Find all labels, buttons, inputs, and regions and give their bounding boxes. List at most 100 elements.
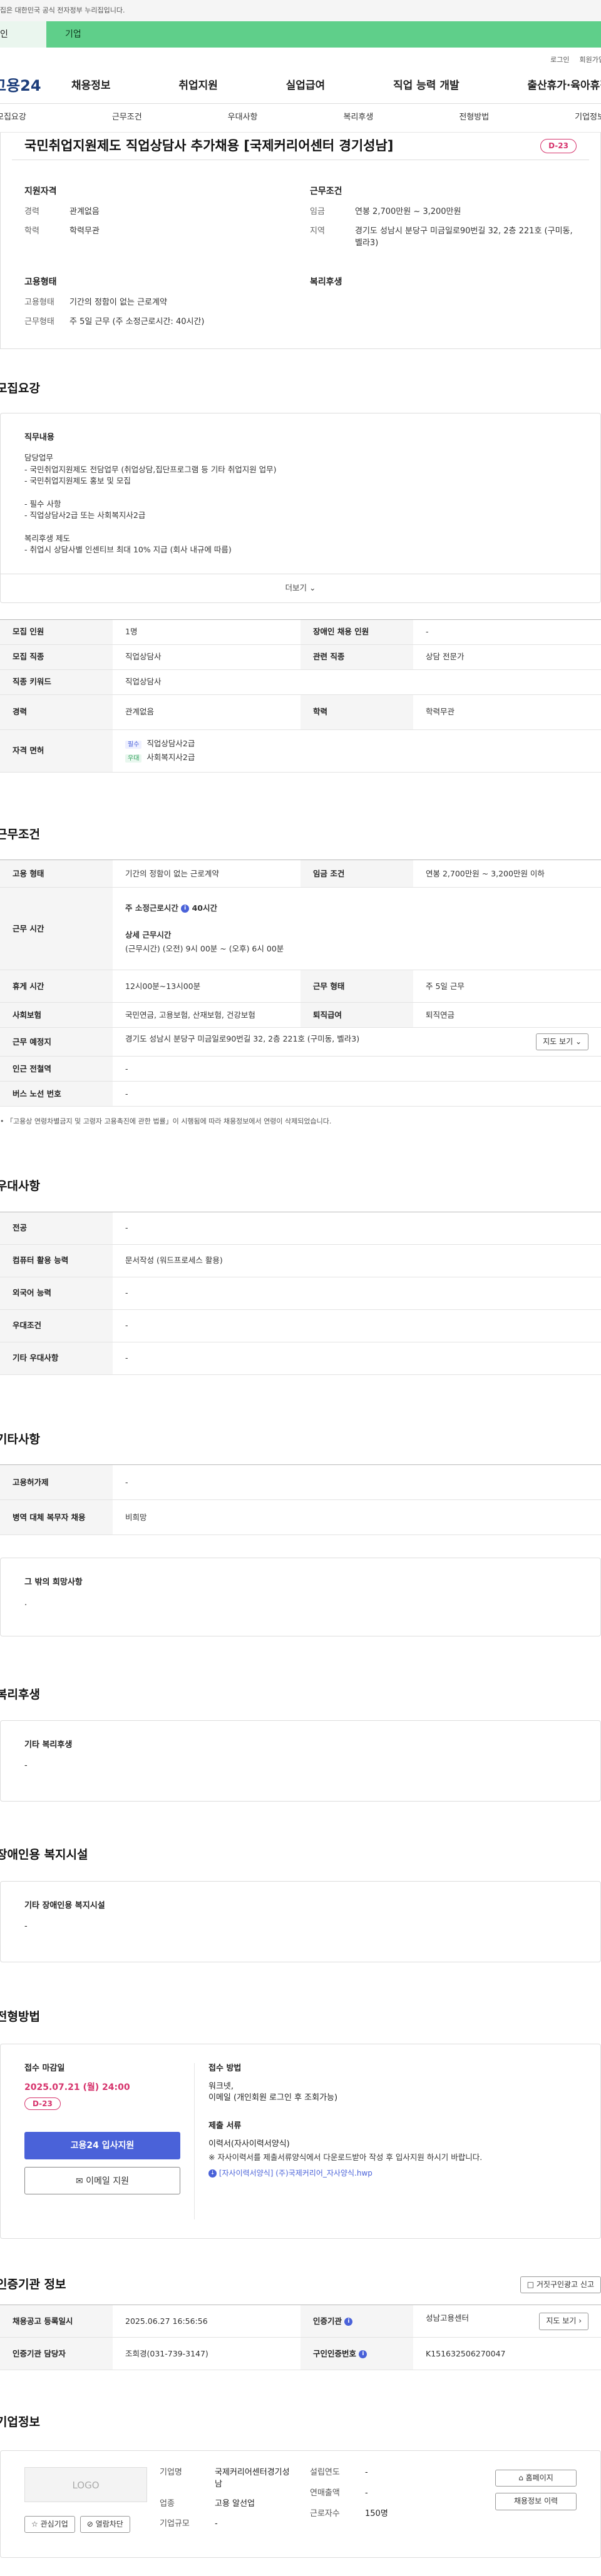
kv-key: 설립연도 (310, 2467, 340, 2477)
kv-value: 주 5일 근무 (주 소정근로시간: 40시간) (69, 317, 205, 327)
row-value: - (113, 1464, 601, 1501)
favorite-label: 관심기업 (40, 2519, 68, 2528)
info-icon[interactable]: i (181, 905, 190, 913)
duty-line: 담당업무 (24, 453, 54, 463)
weekly-hours: 주 소정근로시간 i 40시간 (125, 903, 588, 914)
table-row: 모집 직종 직업상담사 관련 직종 상담 전문가 (0, 644, 601, 670)
attachment-link[interactable]: ↓ [자사이력서양식] (주)국제커리어_자사양식.hwp (208, 2168, 577, 2179)
company-kv: 연매출액 - (310, 2488, 495, 2500)
global-nav: 고용24 채용정보 취업지원 실업급여 직업 능력 개발 출산휴가·육아휴직 (0, 69, 601, 104)
duty-line: - 직업상담사2급 또는 사회복지사2급 (24, 510, 146, 520)
snav-work[interactable]: 근무조건 (112, 112, 142, 124)
other-wishes-title: 그 밖의 희망사항 (24, 1578, 83, 1588)
snav-company[interactable]: 기업정보 (575, 112, 601, 124)
type-shift: 근무형태 주 5일 근무 (주 소정근로시간: 40시간) (24, 317, 291, 328)
detail-hours-title: 상세 근무시간 (125, 930, 172, 940)
kv-value: 고용 알선업 (215, 2498, 255, 2508)
gov-tab-personal[interactable]: 인 (0, 21, 46, 48)
row-value: 주 5일 근무 (413, 970, 601, 1003)
kv-key: 경력 (24, 207, 39, 217)
duty-line: - 국민취업지원제도 전담업무 (취업상담,집단프로그램 등 기타 취업지원 업… (24, 464, 277, 474)
row-key: 병역 대체 복무자 채용 (0, 1499, 113, 1536)
gnb-item-support[interactable]: 취업지원 (178, 78, 218, 94)
agency-name: 성남고용센터 (426, 2313, 470, 2323)
jobs-history-button[interactable]: 채용정보 이력 (495, 2493, 577, 2510)
star-icon: ☆ (31, 2519, 38, 2528)
detail-hours: (근무시간) (오전) 9시 00분 ~ (오후) 6시 00분 (125, 943, 284, 953)
type-title: 고용형태 (24, 276, 57, 287)
snav-benefit[interactable]: 복리후생 (343, 112, 373, 124)
company-kv: 업종 고용 알선업 (160, 2498, 310, 2510)
qual-edu: 학력 학력무관 (24, 226, 291, 238)
map-button[interactable]: 지도 보기 › (539, 2313, 588, 2330)
row-key: 모집 인원 (0, 619, 113, 645)
kv-key: 임금 (310, 207, 325, 217)
cert-header: 인증기관 정보 □ 거짓구인광고 신고 (0, 2276, 601, 2294)
site-logo[interactable]: 고용24 (0, 75, 71, 97)
duty-line (24, 522, 577, 533)
row-key: 장애인 채용 인원 (300, 619, 413, 645)
favorite-button[interactable]: ☆ 관심기업 (24, 2515, 75, 2533)
license-list: 필수 직업상담사2급 우대 사회복지사2급 (113, 729, 601, 773)
table-row: 경력 관계없음 학력 학력무관 (0, 694, 601, 730)
age-note-text: 「고용상 연령차별금지 및 고령자 고용촉진에 관한 법률」이 시행됨에 따라 … (6, 1117, 332, 1126)
gnb-item-training[interactable]: 직업 능력 개발 (393, 78, 460, 94)
map-button[interactable]: 지도 보기 ⌄ (536, 1033, 588, 1051)
license-name: 사회복지사2급 (146, 753, 195, 763)
row-value: 2025.06.27 16:56:56 (113, 2305, 300, 2338)
gnb-item-jobs[interactable]: 채용정보 (71, 78, 111, 94)
info-icon[interactable]: i (359, 2350, 367, 2358)
gov-tab-label: 인 (0, 29, 8, 39)
summary-row-1: 지원자격 경력 관계없음 학력 학력무관 근무조건 임금 연봉 2,700만원 ~ 3… (24, 185, 577, 257)
report-icon: □ (527, 2279, 535, 2289)
homepage-button[interactable]: ⌂ 홈페이지 (495, 2469, 577, 2487)
qual-title: 지원자격 (24, 186, 57, 196)
benefit-heading: 복리후생 (0, 1688, 40, 1702)
table-row: 병역 대체 복무자 채용 비희망 (0, 1499, 601, 1536)
company-box: LOGO ☆ 관심기업 ⊘ 열람차단 기업명 국제커리어센터경기성남 업종 고용 알… (0, 2450, 601, 2558)
docs-value: 이력서(자사이력서양식) (208, 2139, 290, 2149)
table-row: 기타 우대사항 - (0, 1342, 601, 1375)
row-key: 구인인증번호 i (300, 2337, 413, 2371)
gov-tabs: 인 기업 (0, 21, 601, 48)
section-nav: 모집요강 근무조건 우대사항 복리후생 전형방법 기업정보 (0, 104, 601, 133)
signup-link[interactable]: 회원가입 (580, 55, 601, 69)
age-note: • 「고용상 연령차별금지 및 고령자 고용촉진에 관한 법률」이 시행됨에 따… (0, 1117, 332, 1126)
company-kv: 기업명 국제커리어센터경기성남 (160, 2467, 310, 2491)
row-value: - (113, 1277, 601, 1310)
table-row: 자격 면허 필수 직업상담사2급 우대 사회복지사2급 (0, 729, 601, 773)
email-apply-button[interactable]: ✉ 이메일 지원 (24, 2166, 180, 2194)
kv-key: 근무형태 (24, 317, 54, 327)
info-icon[interactable]: i (344, 2317, 353, 2326)
row-key: 우대조건 (0, 1309, 113, 1342)
kv-key: 업종 (160, 2498, 175, 2508)
qual-career: 경력 관계없음 (24, 206, 291, 218)
duty-content: 담당업무 - 국민취업지원제도 전담업무 (취업상담,집단프로그램 등 기타 취… (24, 452, 577, 556)
license-item: 우대 사회복지사2급 (125, 752, 588, 764)
login-link[interactable]: 로그인 (550, 55, 569, 69)
row-value: 기간의 정함이 없는 근로계약 (113, 860, 300, 888)
report-button[interactable]: □ 거짓구인광고 신고 (520, 2276, 601, 2294)
apply-button[interactable]: 고용24 입사지원 (24, 2131, 180, 2159)
snav-recruit[interactable]: 모집요강 (0, 112, 26, 124)
row-key: 경력 (0, 694, 113, 730)
type-employ: 고용형태 기간의 정함이 없는 근로계약 (24, 297, 291, 309)
more-button[interactable]: 더보기 ⌄ (1, 573, 600, 602)
kv-value: - (215, 2519, 218, 2529)
gnb-menu: 채용정보 취업지원 실업급여 직업 능력 개발 출산휴가·육아휴직 (71, 78, 601, 94)
block-button[interactable]: ⊘ 열람차단 (80, 2515, 130, 2533)
table-row: 사회보험 국민연금, 고용보험, 산재보험, 건강보험 퇴직급여 퇴직연금 (0, 1002, 601, 1028)
snav-pref[interactable]: 우대사항 (228, 112, 258, 124)
job-title-bar: 국민취업지원제도 직업상담사 추가채용 [국제커리어센터 경기성남] D-23 (12, 133, 589, 160)
gnb-item-unemployment[interactable]: 실업급여 (286, 78, 326, 94)
email-apply-label: 이메일 지원 (86, 2176, 130, 2186)
row-key: 사회보험 (0, 1002, 113, 1028)
snav-screening[interactable]: 전형방법 (459, 112, 489, 124)
screening-box: 접수 마감일 2025.07.21 (월) 24:00 D-23 고용24 입사… (0, 2043, 601, 2239)
kv-value: - (365, 2488, 368, 2498)
table-row: 전공 - (0, 1211, 601, 1245)
gnb-item-leave[interactable]: 출산휴가·육아휴직 (527, 78, 601, 94)
gov-tab-company[interactable]: 기업 (46, 21, 601, 48)
kv-key: 연매출액 (310, 2488, 340, 2498)
table-row: 우대조건 - (0, 1309, 601, 1342)
